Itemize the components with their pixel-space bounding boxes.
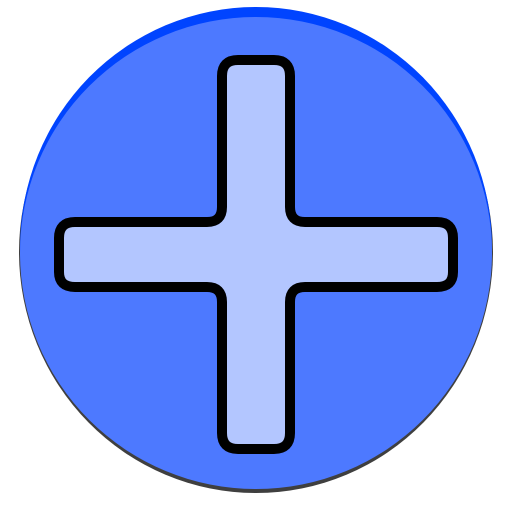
icon-canvas: [0, 0, 512, 512]
add-button[interactable]: [0, 0, 512, 512]
